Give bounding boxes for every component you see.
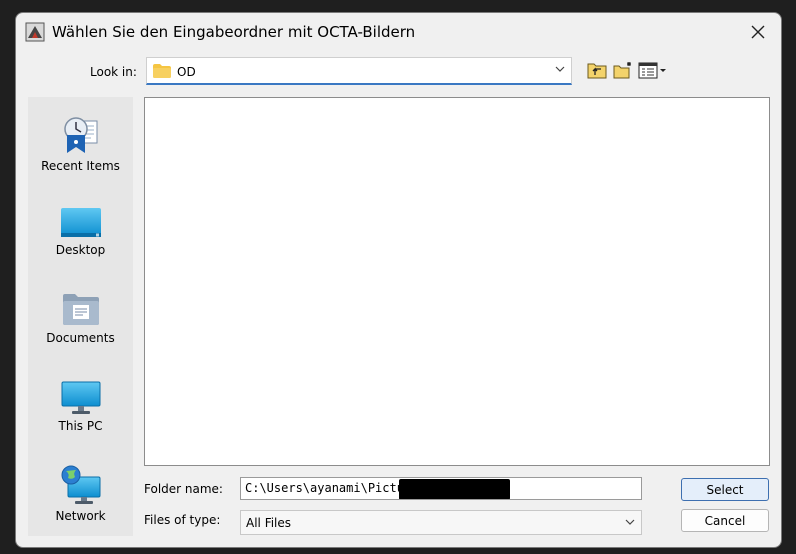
place-network[interactable]: Network: [28, 465, 133, 541]
up-one-level-icon: [587, 63, 607, 79]
view-menu-icon: [638, 62, 666, 79]
place-documents[interactable]: Documents: [28, 293, 133, 369]
look-in-label: Look in:: [90, 65, 137, 79]
up-one-level-button[interactable]: [587, 61, 609, 83]
files-of-type-combobox[interactable]: All Files: [240, 510, 642, 535]
create-new-folder-button[interactable]: [613, 61, 635, 83]
folder-name-input[interactable]: C:\Users\ayanami\Pictures: [240, 477, 642, 500]
file-chooser-dialog: Wählen Sie den Eingabeordner mit OCTA-Bi…: [15, 12, 782, 548]
folder-icon: [153, 64, 171, 78]
recent-items-icon: [63, 117, 97, 153]
file-list[interactable]: [144, 97, 770, 466]
place-this-pc[interactable]: This PC: [28, 381, 133, 457]
title-bar[interactable]: Wählen Sie den Eingabeordner mit OCTA-Bi…: [16, 13, 781, 51]
files-of-type-label: Files of type:: [144, 513, 221, 527]
place-label: This PC: [58, 419, 103, 433]
files-of-type-value: All Files: [246, 516, 292, 530]
place-label: Network: [55, 509, 106, 523]
place-desktop[interactable]: Desktop: [28, 207, 133, 283]
this-pc-icon: [61, 381, 100, 414]
create-new-folder-icon: [613, 62, 631, 79]
java-app-icon: [25, 22, 45, 42]
close-icon: [751, 25, 765, 39]
close-button[interactable]: [735, 13, 781, 51]
cancel-button[interactable]: Cancel: [681, 509, 769, 532]
place-recent-items[interactable]: Recent Items: [28, 115, 133, 191]
desktop-icon: [60, 208, 101, 237]
look-in-combobox[interactable]: OD: [146, 57, 572, 85]
network-icon: [61, 465, 100, 504]
folder-name-label: Folder name:: [144, 482, 223, 496]
place-label: Documents: [46, 331, 115, 345]
places-bar: Recent Items Desktop Documents This PC N…: [28, 97, 133, 536]
redaction-bar: [399, 479, 510, 499]
select-button[interactable]: Select: [681, 478, 769, 501]
place-label: Recent Items: [41, 159, 120, 173]
chevron-down-icon: [555, 66, 565, 72]
documents-icon: [62, 294, 99, 325]
look-in-value: OD: [177, 65, 196, 79]
view-menu-button[interactable]: [638, 61, 668, 83]
dialog-title: Wählen Sie den Eingabeordner mit OCTA-Bi…: [52, 23, 416, 41]
place-label: Desktop: [55, 243, 106, 257]
chevron-down-icon: [625, 519, 635, 525]
